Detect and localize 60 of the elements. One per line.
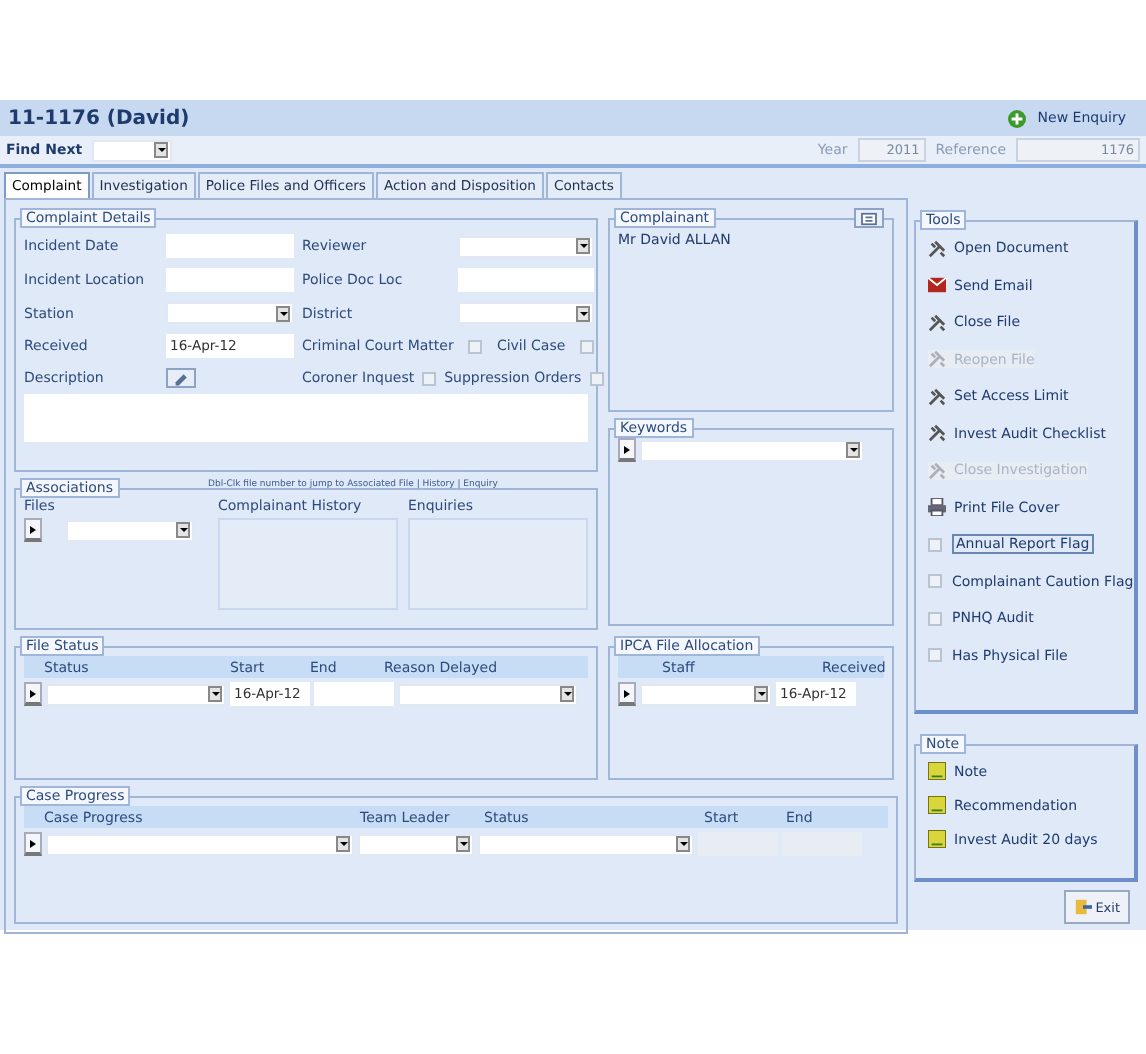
- text-field[interactable]: [458, 268, 594, 292]
- caret-icon: [176, 522, 190, 538]
- caret-icon: [154, 142, 169, 158]
- checkbox[interactable]: [928, 574, 942, 589]
- dropdown-field[interactable]: [398, 683, 578, 705]
- checkbox[interactable]: [928, 648, 942, 663]
- caret-icon: [576, 305, 590, 321]
- checkbox[interactable]: [589, 371, 604, 385]
- caret-icon: [456, 836, 470, 852]
- checkbox[interactable]: [422, 371, 437, 385]
- tools-icon: [928, 313, 946, 332]
- card-icon: [860, 211, 878, 225]
- caret-icon: [560, 686, 574, 702]
- dropdown-field[interactable]: [458, 235, 594, 257]
- record-selector-icon[interactable]: [24, 518, 42, 542]
- tools-icon: [928, 461, 946, 480]
- tools-icon: [928, 424, 946, 443]
- text-field[interactable]: [314, 682, 394, 706]
- dropdown-field[interactable]: [66, 519, 194, 541]
- tools-icon: [928, 350, 946, 369]
- caret-icon: [676, 836, 690, 852]
- dropdown-field[interactable]: [46, 833, 354, 855]
- note-icon: [928, 830, 946, 848]
- caret-icon: [208, 686, 222, 702]
- dropdown-field[interactable]: [640, 683, 772, 705]
- record-selector-icon[interactable]: [618, 682, 636, 706]
- dropdown-field[interactable]: [458, 302, 594, 324]
- dropdown-field[interactable]: [358, 833, 474, 855]
- tools-icon: [928, 387, 946, 406]
- note-icon: [928, 762, 946, 780]
- description-field[interactable]: [24, 394, 588, 442]
- pencil-icon: [173, 371, 189, 385]
- caret-icon: [276, 305, 290, 321]
- exit-icon: [1073, 898, 1092, 916]
- envelope-icon: [928, 276, 946, 295]
- dropdown-field[interactable]: [46, 683, 226, 705]
- caret-icon: [754, 686, 768, 702]
- record-selector-icon[interactable]: [24, 832, 42, 856]
- checkbox[interactable]: [928, 537, 942, 552]
- tools-icon: [928, 239, 946, 258]
- card-button[interactable]: [854, 208, 884, 228]
- text-field[interactable]: [166, 234, 294, 258]
- find-next-dropdown[interactable]: [92, 139, 173, 161]
- caret-icon: [576, 238, 590, 254]
- text-field[interactable]: [166, 268, 294, 292]
- dropdown-field[interactable]: [166, 302, 294, 324]
- checkbox[interactable]: [468, 339, 483, 353]
- dropdown-field[interactable]: [640, 439, 864, 461]
- record-selector-icon[interactable]: [24, 682, 42, 706]
- dropdown-field[interactable]: [478, 833, 694, 855]
- checkbox[interactable]: [580, 339, 594, 353]
- plus-icon: [1007, 109, 1026, 127]
- note-icon: [928, 796, 946, 814]
- record-selector-icon[interactable]: [618, 438, 636, 462]
- checkbox[interactable]: [928, 611, 942, 626]
- record-title: 11-1176 (David): [8, 107, 190, 129]
- edit-button[interactable]: [166, 368, 196, 388]
- caret-icon: [846, 442, 860, 458]
- caret-icon: [336, 836, 350, 852]
- printer-icon: [928, 498, 946, 517]
